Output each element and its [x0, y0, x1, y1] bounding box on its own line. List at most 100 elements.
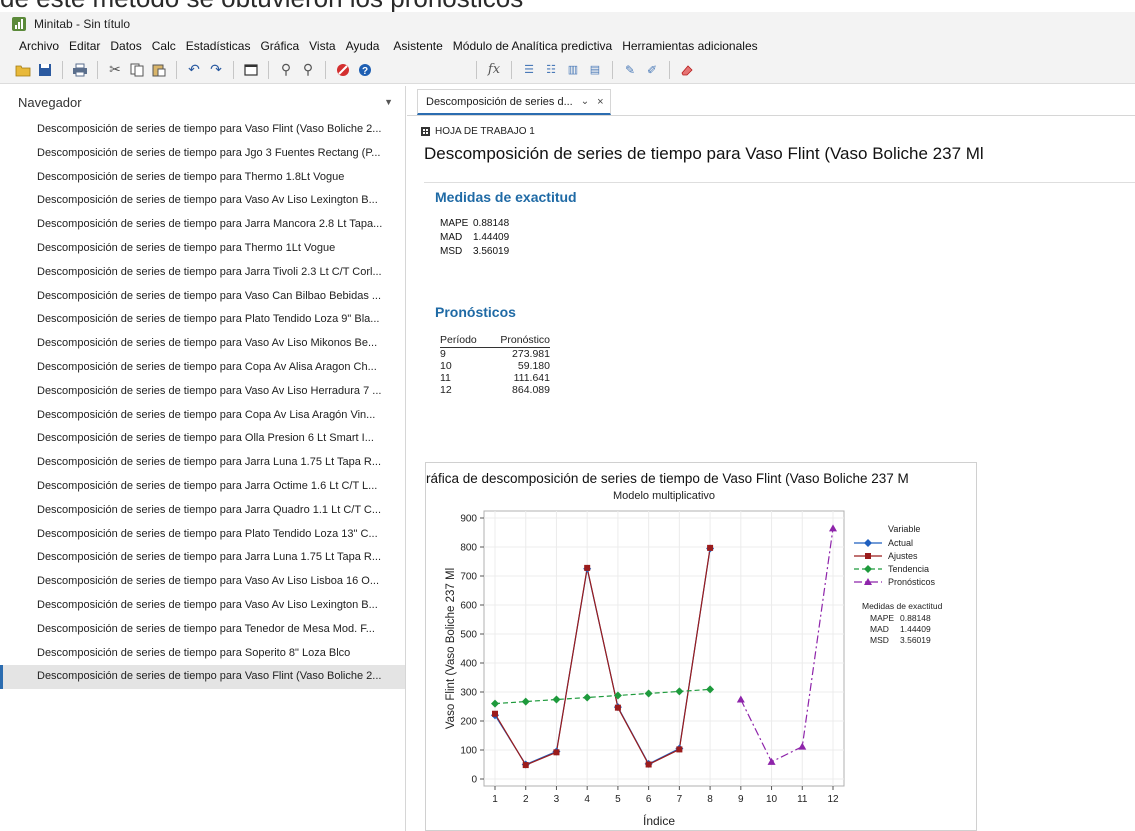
- menu-item[interactable]: Editar: [64, 39, 105, 53]
- chart-title: ráfica de descomposición de series de ti…: [426, 471, 909, 486]
- chevron-down-icon[interactable]: ⌄: [581, 96, 589, 107]
- list-item[interactable]: Descomposición de series de tiempo para …: [0, 237, 405, 261]
- redo-icon[interactable]: ↷: [207, 61, 225, 79]
- toolbar-separator: [476, 60, 477, 79]
- chart-accuracy-value: 3.56019: [900, 635, 931, 645]
- tab-strip: Descomposición de series d... ⌄ ×: [407, 86, 1135, 116]
- eraser-icon[interactable]: [678, 61, 696, 79]
- list-item[interactable]: Descomposición de series de tiempo para …: [0, 618, 405, 642]
- accuracy-value: 0.88148: [473, 218, 510, 229]
- y-tick-label: 700: [460, 572, 477, 583]
- column-header: Período: [440, 334, 488, 348]
- plot-area: [483, 510, 845, 787]
- list-item[interactable]: Descomposición de series de tiempo para …: [0, 142, 405, 166]
- data-point-ajustes: [553, 749, 560, 756]
- cancel-icon[interactable]: [334, 61, 352, 79]
- window-icon[interactable]: [242, 61, 260, 79]
- undo-icon[interactable]: ↶: [185, 61, 203, 79]
- legend-label: Tendencia: [888, 564, 929, 574]
- menu-item[interactable]: Datos: [105, 39, 146, 53]
- help-icon[interactable]: ?: [356, 61, 374, 79]
- print-icon[interactable]: [71, 61, 89, 79]
- chart-accuracy-name: MAPE: [870, 613, 894, 623]
- copy-icon[interactable]: [128, 61, 146, 79]
- list-item[interactable]: Descomposición de series de tiempo para …: [0, 427, 405, 451]
- minitab-logo-icon: [12, 17, 26, 31]
- list-item[interactable]: Descomposición de series de tiempo para …: [0, 570, 405, 594]
- menu-item[interactable]: Gráfica: [255, 39, 304, 53]
- x-tick-label: 1: [492, 794, 498, 805]
- menu-bar: Archivo Editar Datos Calc Estadísticas Gráfic…: [0, 36, 1135, 56]
- menu-item[interactable]: Vista: [304, 39, 340, 53]
- list-item[interactable]: Descomposición de series de tiempo para …: [0, 213, 405, 237]
- y-tick-label: 500: [460, 630, 477, 641]
- list-item[interactable]: Descomposición de series de tiempo para …: [0, 380, 405, 404]
- navigator-panel: Navegador ▼ Descomposición de series de …: [0, 86, 406, 831]
- navigator-list: Descomposición de series de tiempo para …: [0, 118, 405, 690]
- legend-title: Variable: [888, 524, 920, 534]
- x-tick-label: 12: [827, 794, 839, 805]
- menu-item[interactable]: Módulo de Analítica predictiva: [448, 39, 617, 53]
- list-item[interactable]: Descomposición de series de tiempo para …: [0, 332, 405, 356]
- decomposition-chart[interactable]: ráfica de descomposición de series de ti…: [425, 462, 977, 831]
- find-next-icon[interactable]: ⚲: [299, 61, 317, 79]
- close-icon[interactable]: ×: [597, 96, 603, 108]
- page-title: Descomposición de series de tiempo para …: [424, 144, 984, 163]
- accuracy-heading: Medidas de exactitud: [435, 189, 577, 205]
- chevron-down-icon[interactable]: ▼: [384, 97, 393, 107]
- brush-icon[interactable]: ✎: [621, 61, 639, 79]
- x-tick-label: 7: [677, 794, 683, 805]
- legend-marker: [864, 565, 872, 573]
- list-item[interactable]: Descomposición de series de tiempo para …: [0, 642, 405, 666]
- list-item[interactable]: Descomposición de series de tiempo para …: [0, 594, 405, 618]
- open-icon[interactable]: [14, 61, 32, 79]
- worksheet-grid-icon: [421, 127, 430, 136]
- table-cell: 864.089: [512, 384, 550, 396]
- table-row: 12 864.089: [440, 384, 550, 396]
- list-item[interactable]: Descomposición de series de tiempo para …: [0, 166, 405, 190]
- table-cell: 9: [440, 348, 446, 360]
- rows-icon[interactable]: ▤: [586, 61, 604, 79]
- menu-item[interactable]: Herramientas adicionales: [617, 39, 762, 53]
- save-icon[interactable]: [36, 61, 54, 79]
- clipped-text: de este método se obtuvieron los pronóst…: [0, 0, 523, 12]
- paste-icon[interactable]: [150, 61, 168, 79]
- list-item[interactable]: Descomposición de series de tiempo para …: [0, 499, 405, 523]
- list-item[interactable]: Descomposición de series de tiempo para …: [0, 189, 405, 213]
- toolbar-separator: [325, 60, 326, 79]
- menu-item[interactable]: Calc: [147, 39, 181, 53]
- edit-last-icon[interactable]: ✐: [643, 61, 661, 79]
- menu-item[interactable]: Archivo: [14, 39, 64, 53]
- list-item[interactable]: Descomposición de series de tiempo para …: [0, 356, 405, 380]
- delete-rows-icon[interactable]: ☷: [542, 61, 560, 79]
- chart-accuracy-name: MSD: [870, 635, 889, 645]
- menu-item[interactable]: Asistente: [388, 39, 447, 53]
- list-item[interactable]: Descomposición de series de tiempo para …: [0, 285, 405, 309]
- table-cell: 11: [440, 372, 451, 384]
- x-tick-label: 3: [554, 794, 560, 805]
- x-tick-label: 4: [584, 794, 590, 805]
- cut-icon[interactable]: ✂: [106, 61, 124, 79]
- list-item[interactable]: Descomposición de series de tiempo para …: [0, 118, 405, 142]
- list-item[interactable]: Descomposición de series de tiempo para …: [0, 261, 405, 285]
- list-item[interactable]: Descomposición de series de tiempo para …: [0, 665, 405, 690]
- y-tick-label: 100: [460, 746, 477, 757]
- list-item[interactable]: Descomposición de series de tiempo para …: [0, 546, 405, 570]
- data-point-ajustes: [707, 544, 714, 551]
- find-icon[interactable]: ⚲: [277, 61, 295, 79]
- menu-item[interactable]: Estadísticas: [181, 39, 256, 53]
- list-item[interactable]: Descomposición de series de tiempo para …: [0, 475, 405, 499]
- list-item[interactable]: Descomposición de series de tiempo para …: [0, 308, 405, 332]
- columns-icon[interactable]: ▥: [564, 61, 582, 79]
- list-item[interactable]: Descomposición de series de tiempo para …: [0, 523, 405, 547]
- data-point-ajustes: [584, 564, 591, 571]
- y-tick-label: 0: [471, 775, 477, 786]
- tab-output[interactable]: Descomposición de series d... ⌄ ×: [417, 89, 611, 115]
- list-item[interactable]: Descomposición de series de tiempo para …: [0, 451, 405, 475]
- insert-rows-icon[interactable]: ☰: [520, 61, 538, 79]
- menu-item[interactable]: Ayuda: [341, 39, 385, 53]
- worksheet-name: HOJA DE TRABAJO 1: [435, 126, 535, 137]
- formula-icon[interactable]: fx: [485, 61, 503, 79]
- x-tick-label: 11: [797, 794, 808, 805]
- list-item[interactable]: Descomposición de series de tiempo para …: [0, 404, 405, 428]
